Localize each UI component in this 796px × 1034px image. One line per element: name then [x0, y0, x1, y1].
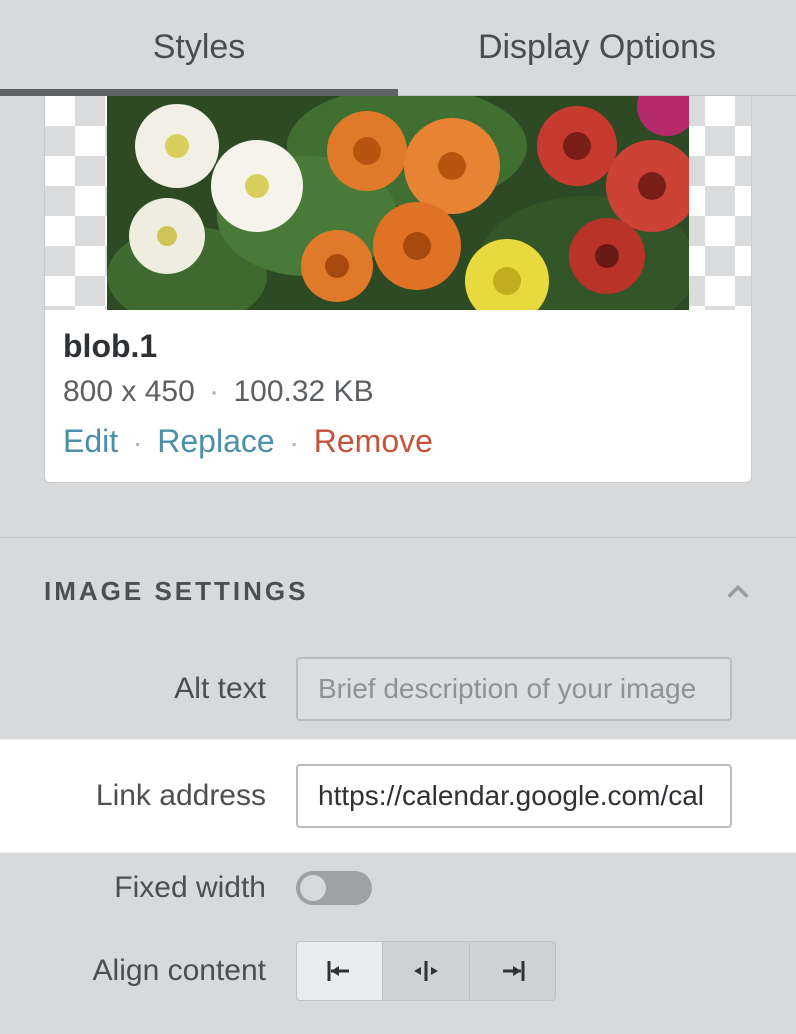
separator-dot: · [127, 427, 148, 458]
row-fixed-width: Fixed width [0, 853, 796, 923]
tabs: Styles Display Options [0, 0, 796, 96]
image-actions: Edit · Replace · Remove [63, 423, 733, 460]
replace-link[interactable]: Replace [157, 423, 274, 459]
section-title: IMAGE SETTINGS [44, 576, 308, 607]
align-left-button[interactable] [297, 942, 383, 1000]
image-meta-row: 800 x 450 · 100.32 KB [63, 375, 733, 409]
image-preview-card: blob.1 800 x 450 · 100.32 KB Edit · Repl… [44, 96, 752, 483]
image-thumbnail[interactable] [107, 96, 689, 310]
tab-display-options[interactable]: Display Options [398, 0, 796, 95]
image-filesize: 100.32 KB [233, 375, 373, 408]
fixed-width-label: Fixed width [0, 871, 296, 905]
row-align-content: Align content [0, 923, 796, 1019]
align-right-button[interactable] [470, 942, 555, 1000]
separator-dot: · [203, 375, 225, 408]
chevron-up-icon[interactable] [724, 578, 752, 606]
image-preview-canvas [45, 96, 751, 310]
link-address-label: Link address [0, 779, 296, 813]
remove-link[interactable]: Remove [314, 423, 433, 459]
edit-link[interactable]: Edit [63, 423, 118, 459]
link-address-input[interactable] [296, 764, 732, 828]
alt-text-input[interactable] [296, 657, 732, 721]
separator-dot: · [284, 427, 305, 458]
fixed-width-toggle[interactable] [296, 871, 372, 905]
align-center-button[interactable] [383, 942, 469, 1000]
section-header[interactable]: IMAGE SETTINGS [0, 538, 796, 639]
image-filename: blob.1 [63, 328, 733, 365]
align-content-group [296, 941, 556, 1001]
row-alt-text: Alt text [0, 639, 796, 739]
row-link-address: Link address [0, 739, 796, 853]
alt-text-label: Alt text [0, 672, 296, 706]
image-info: blob.1 800 x 450 · 100.32 KB Edit · Repl… [45, 310, 751, 482]
tab-styles[interactable]: Styles [0, 0, 398, 95]
image-dimensions: 800 x 450 [63, 375, 195, 408]
align-content-label: Align content [0, 954, 296, 988]
